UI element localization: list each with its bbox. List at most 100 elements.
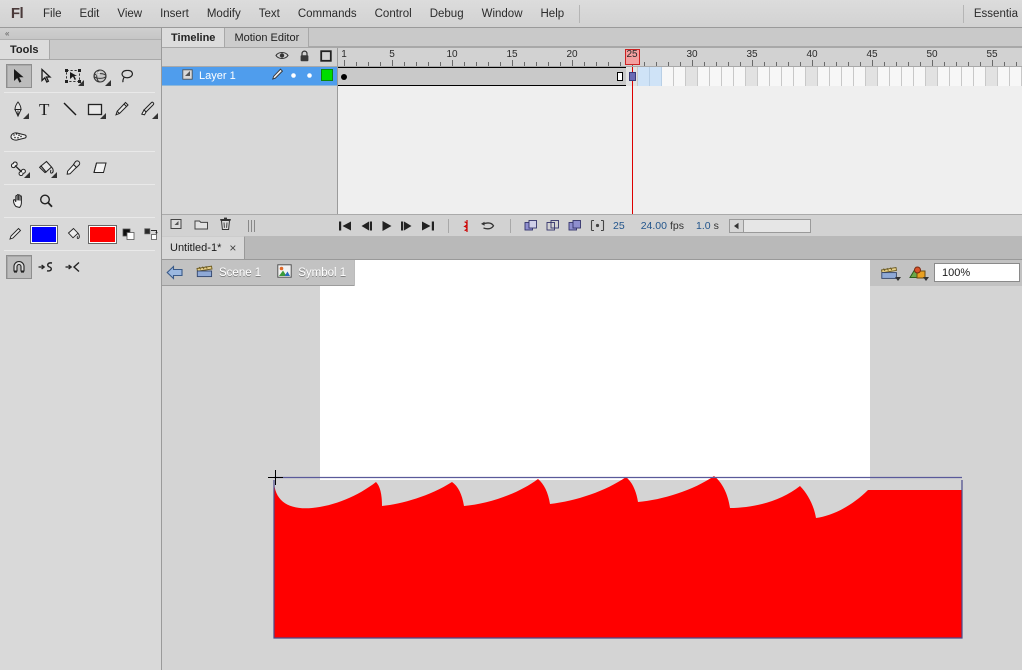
document-tab-untitled-1[interactable]: Untitled-1* ×	[162, 236, 246, 259]
fill-color-tool[interactable]	[62, 222, 83, 246]
breadcrumb-scene-1[interactable]: Scene 1	[188, 260, 269, 286]
rectangle-tool[interactable]	[83, 97, 108, 121]
outline-square-icon[interactable]	[320, 49, 332, 65]
menu-view[interactable]: View	[108, 0, 151, 28]
timeline-frame-cell[interactable]	[986, 67, 998, 86]
timeline-frame-cell[interactable]	[938, 67, 950, 86]
layer-outline-color-toggle[interactable]	[317, 68, 337, 84]
menu-window[interactable]: Window	[473, 0, 532, 28]
menu-file[interactable]: File	[34, 0, 71, 28]
lasso-tool[interactable]	[114, 64, 140, 88]
onion-skin-outlines-button[interactable]	[546, 219, 561, 232]
modify-onion-markers-button[interactable]	[590, 219, 605, 232]
step-back-one-frame-button[interactable]	[359, 220, 373, 232]
brush-tool[interactable]	[135, 97, 160, 121]
breadcrumb-symbol-1[interactable]: Symbol 1	[269, 260, 354, 286]
layer-edit-pencil-icon[interactable]	[269, 68, 285, 84]
pen-tool[interactable]	[6, 97, 31, 121]
hand-tool[interactable]	[6, 189, 32, 213]
timeline-frame-cell[interactable]	[830, 67, 842, 86]
edit-scene-button[interactable]	[878, 262, 902, 284]
smooth-option[interactable]	[33, 255, 59, 279]
menu-edit[interactable]: Edit	[71, 0, 109, 28]
timeline-frame-cell[interactable]	[722, 67, 734, 86]
edit-symbols-button[interactable]	[906, 262, 930, 284]
timeline-layer-row[interactable]: Layer 1	[162, 67, 337, 86]
timeline-frame-cell[interactable]	[962, 67, 974, 86]
straighten-option[interactable]	[60, 255, 86, 279]
center-frame-button[interactable]	[462, 219, 472, 233]
lock-icon[interactable]	[299, 50, 310, 65]
swap-colors-button[interactable]	[143, 222, 160, 246]
stroke-color-tool[interactable]	[6, 222, 25, 246]
timeline-ruler[interactable]: 151015202530354045505560657075808525	[338, 48, 1022, 67]
menu-text[interactable]: Text	[250, 0, 289, 28]
new-layer-button[interactable]	[170, 218, 184, 234]
timeline-frame-cell[interactable]	[1010, 67, 1022, 86]
timeline-frame-cell[interactable]	[698, 67, 710, 86]
selection-tool[interactable]	[6, 64, 32, 88]
menu-commands[interactable]: Commands	[289, 0, 366, 28]
zoom-tool[interactable]	[33, 189, 59, 213]
new-folder-button[interactable]	[194, 218, 209, 234]
snap-to-objects-toggle[interactable]	[6, 255, 32, 279]
timeline-frame-cell[interactable]	[674, 67, 686, 86]
selected-empty-frame[interactable]	[638, 67, 650, 86]
menu-debug[interactable]: Debug	[421, 0, 473, 28]
go-to-last-frame-button[interactable]	[421, 220, 435, 232]
timeline-frame-cell[interactable]	[878, 67, 890, 86]
timeline-horizontal-scrollbar[interactable]	[728, 218, 811, 233]
eraser-tool[interactable]	[87, 156, 113, 180]
keyframe-marker[interactable]	[341, 74, 347, 80]
layer-visibility-toggle[interactable]	[285, 70, 301, 82]
menu-help[interactable]: Help	[532, 0, 574, 28]
step-forward-one-frame-button[interactable]	[400, 220, 414, 232]
timeline-frame-cell[interactable]	[914, 67, 926, 86]
timeline-frame-cell[interactable]	[842, 67, 854, 86]
timeline-frame-cell[interactable]	[818, 67, 830, 86]
tab-tools[interactable]: Tools	[0, 40, 50, 59]
eye-icon[interactable]	[275, 50, 289, 64]
timeline-frame-cell[interactable]	[854, 67, 866, 86]
timeline-frame-cell[interactable]	[950, 67, 962, 86]
timeline-frame-cell[interactable]	[662, 67, 674, 86]
timeline-frame-cell[interactable]	[902, 67, 914, 86]
timeline-frame-cell[interactable]	[806, 67, 818, 86]
menu-control[interactable]: Control	[366, 0, 421, 28]
stage-area[interactable]	[162, 286, 1022, 670]
delete-layer-button[interactable]	[219, 217, 232, 234]
subselection-tool[interactable]	[33, 64, 59, 88]
play-button[interactable]	[380, 220, 393, 232]
frame-span-end-marker[interactable]	[617, 72, 623, 81]
tools-collapse-button[interactable]: «	[0, 28, 161, 40]
timeline-frame-cell[interactable]	[734, 67, 746, 86]
layer-frame-span[interactable]	[338, 67, 626, 86]
timeline-frame-cell[interactable]	[686, 67, 698, 86]
timeline-frame-cell[interactable]	[866, 67, 878, 86]
scroll-left-button[interactable]	[729, 219, 744, 232]
fill-color-swatch[interactable]	[88, 224, 117, 244]
loop-playback-button[interactable]	[479, 220, 497, 232]
close-icon[interactable]: ×	[229, 241, 236, 255]
free-transform-tool[interactable]	[60, 64, 86, 88]
onion-skin-button[interactable]	[524, 219, 539, 232]
stroke-color-swatch[interactable]	[29, 224, 59, 244]
bone-tool[interactable]	[6, 156, 32, 180]
timeline-frame-cell[interactable]	[794, 67, 806, 86]
timeline-frame-cell[interactable]	[770, 67, 782, 86]
zoom-level-field[interactable]: 100%	[934, 263, 1020, 282]
timeline-frame-cell[interactable]	[890, 67, 902, 86]
tab-timeline[interactable]: Timeline	[162, 28, 226, 47]
pencil-tool[interactable]	[109, 97, 134, 121]
tab-motion-editor[interactable]: Motion Editor	[225, 28, 310, 47]
timeline-frame-grid[interactable]	[338, 67, 1022, 214]
edit-multiple-frames-button[interactable]	[568, 219, 583, 232]
workspace-switcher[interactable]: Essentia	[962, 0, 1022, 28]
menu-modify[interactable]: Modify	[198, 0, 250, 28]
timeline-frame-cell[interactable]	[710, 67, 722, 86]
playhead-frame-marker[interactable]	[629, 72, 636, 81]
go-to-first-frame-button[interactable]	[338, 220, 352, 232]
text-tool[interactable]: T	[32, 97, 57, 121]
eyedropper-tool[interactable]	[60, 156, 86, 180]
deco-tool[interactable]	[6, 123, 32, 147]
